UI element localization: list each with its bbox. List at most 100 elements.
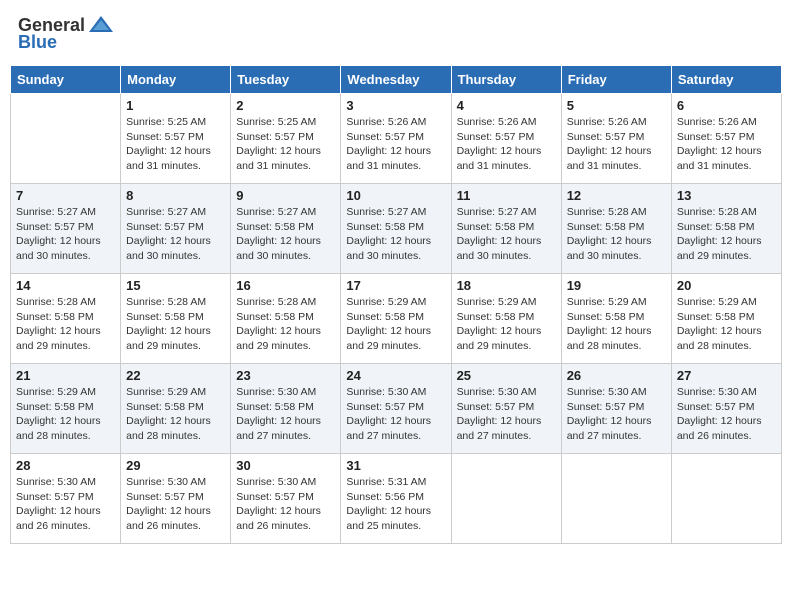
day-info: Sunrise: 5:27 AM Sunset: 5:57 PM Dayligh…: [16, 205, 115, 264]
column-header-saturday: Saturday: [671, 66, 781, 94]
day-number: 10: [346, 188, 445, 203]
day-number: 13: [677, 188, 776, 203]
day-info: Sunrise: 5:29 AM Sunset: 5:58 PM Dayligh…: [457, 295, 556, 354]
day-cell-12: 12 Sunrise: 5:28 AM Sunset: 5:58 PM Dayli…: [561, 184, 671, 274]
day-number: 2: [236, 98, 335, 113]
day-number: 16: [236, 278, 335, 293]
day-number: 22: [126, 368, 225, 383]
day-info: Sunrise: 5:30 AM Sunset: 5:57 PM Dayligh…: [236, 475, 335, 534]
day-cell-9: 9 Sunrise: 5:27 AM Sunset: 5:58 PM Daylig…: [231, 184, 341, 274]
day-cell-28: 28 Sunrise: 5:30 AM Sunset: 5:57 PM Dayli…: [11, 454, 121, 544]
empty-cell: [561, 454, 671, 544]
day-number: 25: [457, 368, 556, 383]
day-info: Sunrise: 5:30 AM Sunset: 5:57 PM Dayligh…: [126, 475, 225, 534]
day-number: 24: [346, 368, 445, 383]
day-cell-14: 14 Sunrise: 5:28 AM Sunset: 5:58 PM Dayli…: [11, 274, 121, 364]
day-number: 3: [346, 98, 445, 113]
day-cell-26: 26 Sunrise: 5:30 AM Sunset: 5:57 PM Dayli…: [561, 364, 671, 454]
day-info: Sunrise: 5:30 AM Sunset: 5:57 PM Dayligh…: [567, 385, 666, 444]
calendar-header-row: SundayMondayTuesdayWednesdayThursdayFrid…: [11, 66, 782, 94]
week-row-3: 14 Sunrise: 5:28 AM Sunset: 5:58 PM Dayli…: [11, 274, 782, 364]
column-header-thursday: Thursday: [451, 66, 561, 94]
day-cell-30: 30 Sunrise: 5:30 AM Sunset: 5:57 PM Dayli…: [231, 454, 341, 544]
day-number: 20: [677, 278, 776, 293]
column-header-monday: Monday: [121, 66, 231, 94]
day-number: 30: [236, 458, 335, 473]
column-header-sunday: Sunday: [11, 66, 121, 94]
day-number: 15: [126, 278, 225, 293]
day-info: Sunrise: 5:29 AM Sunset: 5:58 PM Dayligh…: [126, 385, 225, 444]
day-info: Sunrise: 5:28 AM Sunset: 5:58 PM Dayligh…: [126, 295, 225, 354]
day-cell-31: 31Sunrise: 5:31 AM Sunset: 5:56 PM Dayli…: [341, 454, 451, 544]
day-info: Sunrise: 5:30 AM Sunset: 5:57 PM Dayligh…: [346, 385, 445, 444]
day-number: 14: [16, 278, 115, 293]
day-cell-7: 7 Sunrise: 5:27 AM Sunset: 5:57 PM Daylig…: [11, 184, 121, 274]
day-info: Sunrise: 5:26 AM Sunset: 5:57 PM Dayligh…: [677, 115, 776, 174]
day-number: 11: [457, 188, 556, 203]
day-cell-16: 16 Sunrise: 5:28 AM Sunset: 5:58 PM Dayli…: [231, 274, 341, 364]
day-cell-18: 18Sunrise: 5:29 AM Sunset: 5:58 PM Dayli…: [451, 274, 561, 364]
day-cell-11: 11Sunrise: 5:27 AM Sunset: 5:58 PM Dayli…: [451, 184, 561, 274]
week-row-2: 7 Sunrise: 5:27 AM Sunset: 5:57 PM Daylig…: [11, 184, 782, 274]
day-info: Sunrise: 5:30 AM Sunset: 5:57 PM Dayligh…: [677, 385, 776, 444]
empty-cell: [11, 94, 121, 184]
day-info: Sunrise: 5:27 AM Sunset: 5:57 PM Dayligh…: [126, 205, 225, 264]
column-header-wednesday: Wednesday: [341, 66, 451, 94]
day-cell-13: 13 Sunrise: 5:28 AM Sunset: 5:58 PM Dayli…: [671, 184, 781, 274]
day-number: 7: [16, 188, 115, 203]
day-cell-23: 23Sunrise: 5:30 AM Sunset: 5:58 PM Dayli…: [231, 364, 341, 454]
day-info: Sunrise: 5:25 AM Sunset: 5:57 PM Dayligh…: [236, 115, 335, 174]
logo: General Blue: [18, 14, 115, 53]
day-cell-21: 21Sunrise: 5:29 AM Sunset: 5:58 PM Dayli…: [11, 364, 121, 454]
calendar-table: SundayMondayTuesdayWednesdayThursdayFrid…: [10, 65, 782, 544]
day-number: 4: [457, 98, 556, 113]
day-number: 9: [236, 188, 335, 203]
day-info: Sunrise: 5:28 AM Sunset: 5:58 PM Dayligh…: [567, 205, 666, 264]
day-info: Sunrise: 5:30 AM Sunset: 5:57 PM Dayligh…: [457, 385, 556, 444]
day-info: Sunrise: 5:27 AM Sunset: 5:58 PM Dayligh…: [346, 205, 445, 264]
column-header-friday: Friday: [561, 66, 671, 94]
day-number: 5: [567, 98, 666, 113]
empty-cell: [671, 454, 781, 544]
logo-icon: [87, 14, 115, 36]
day-info: Sunrise: 5:25 AM Sunset: 5:57 PM Dayligh…: [126, 115, 225, 174]
day-number: 17: [346, 278, 445, 293]
day-cell-25: 25 Sunrise: 5:30 AM Sunset: 5:57 PM Dayli…: [451, 364, 561, 454]
day-info: Sunrise: 5:26 AM Sunset: 5:57 PM Dayligh…: [567, 115, 666, 174]
day-cell-22: 22 Sunrise: 5:29 AM Sunset: 5:58 PM Dayli…: [121, 364, 231, 454]
empty-cell: [451, 454, 561, 544]
day-info: Sunrise: 5:29 AM Sunset: 5:58 PM Dayligh…: [16, 385, 115, 444]
day-cell-19: 19Sunrise: 5:29 AM Sunset: 5:58 PM Dayli…: [561, 274, 671, 364]
day-number: 1: [126, 98, 225, 113]
day-info: Sunrise: 5:29 AM Sunset: 5:58 PM Dayligh…: [677, 295, 776, 354]
day-number: 6: [677, 98, 776, 113]
day-cell-24: 24 Sunrise: 5:30 AM Sunset: 5:57 PM Dayli…: [341, 364, 451, 454]
day-info: Sunrise: 5:26 AM Sunset: 5:57 PM Dayligh…: [346, 115, 445, 174]
day-cell-15: 15 Sunrise: 5:28 AM Sunset: 5:58 PM Dayli…: [121, 274, 231, 364]
day-info: Sunrise: 5:29 AM Sunset: 5:58 PM Dayligh…: [346, 295, 445, 354]
day-cell-27: 27 Sunrise: 5:30 AM Sunset: 5:57 PM Dayli…: [671, 364, 781, 454]
page-header: General Blue: [10, 10, 782, 57]
day-info: Sunrise: 5:26 AM Sunset: 5:57 PM Dayligh…: [457, 115, 556, 174]
day-number: 23: [236, 368, 335, 383]
day-number: 26: [567, 368, 666, 383]
week-row-1: 1 Sunrise: 5:25 AM Sunset: 5:57 PM Daylig…: [11, 94, 782, 184]
day-cell-8: 8Sunrise: 5:27 AM Sunset: 5:57 PM Daylig…: [121, 184, 231, 274]
day-info: Sunrise: 5:30 AM Sunset: 5:57 PM Dayligh…: [16, 475, 115, 534]
column-header-tuesday: Tuesday: [231, 66, 341, 94]
week-row-4: 21Sunrise: 5:29 AM Sunset: 5:58 PM Dayli…: [11, 364, 782, 454]
day-number: 27: [677, 368, 776, 383]
day-number: 29: [126, 458, 225, 473]
day-info: Sunrise: 5:28 AM Sunset: 5:58 PM Dayligh…: [236, 295, 335, 354]
day-info: Sunrise: 5:27 AM Sunset: 5:58 PM Dayligh…: [236, 205, 335, 264]
day-number: 19: [567, 278, 666, 293]
day-cell-29: 29 Sunrise: 5:30 AM Sunset: 5:57 PM Dayli…: [121, 454, 231, 544]
day-info: Sunrise: 5:28 AM Sunset: 5:58 PM Dayligh…: [16, 295, 115, 354]
day-cell-5: 5 Sunrise: 5:26 AM Sunset: 5:57 PM Daylig…: [561, 94, 671, 184]
day-cell-1: 1 Sunrise: 5:25 AM Sunset: 5:57 PM Daylig…: [121, 94, 231, 184]
day-number: 28: [16, 458, 115, 473]
day-number: 12: [567, 188, 666, 203]
day-info: Sunrise: 5:28 AM Sunset: 5:58 PM Dayligh…: [677, 205, 776, 264]
day-cell-17: 17 Sunrise: 5:29 AM Sunset: 5:58 PM Dayli…: [341, 274, 451, 364]
day-cell-20: 20 Sunrise: 5:29 AM Sunset: 5:58 PM Dayli…: [671, 274, 781, 364]
